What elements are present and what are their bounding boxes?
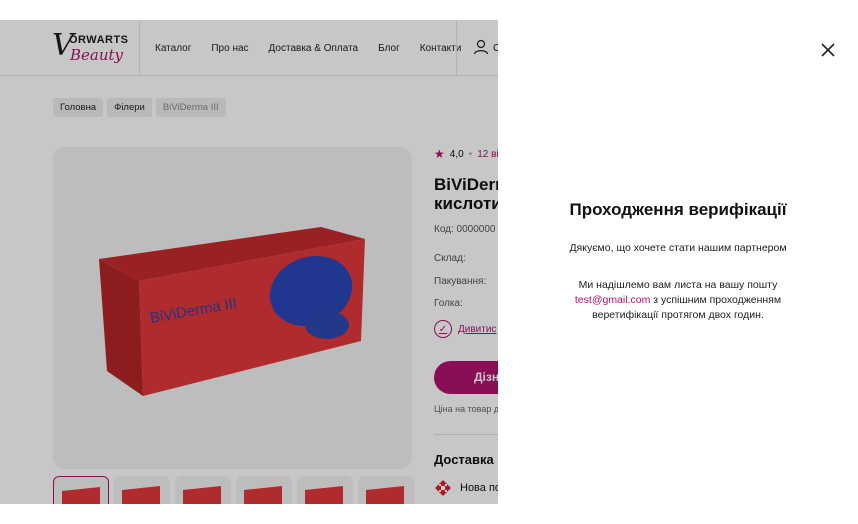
- message-line: веретифікації протягом двох годин.: [592, 309, 764, 321]
- modal-title: Проходження верифікації: [569, 200, 787, 219]
- message-line: test@gmail.com з успішним проходженням: [538, 293, 818, 308]
- close-icon[interactable]: [816, 38, 840, 62]
- message-text: з успішним проходженням: [650, 294, 782, 306]
- bottom-strip: [0, 504, 498, 524]
- email-link[interactable]: test@gmail.com: [575, 294, 650, 306]
- modal-thanks-text: Дякуємо, що хочете стати нашим партнером: [569, 242, 787, 254]
- modal-message: Ми надішлемо вам листа на вашу пошту tes…: [538, 278, 818, 323]
- message-line: Ми надішлемо вам листа на вашу пошту: [578, 279, 778, 291]
- modal-backdrop[interactable]: [0, 20, 498, 504]
- verification-modal: Проходження верифікації Дякуємо, що хоче…: [498, 0, 858, 524]
